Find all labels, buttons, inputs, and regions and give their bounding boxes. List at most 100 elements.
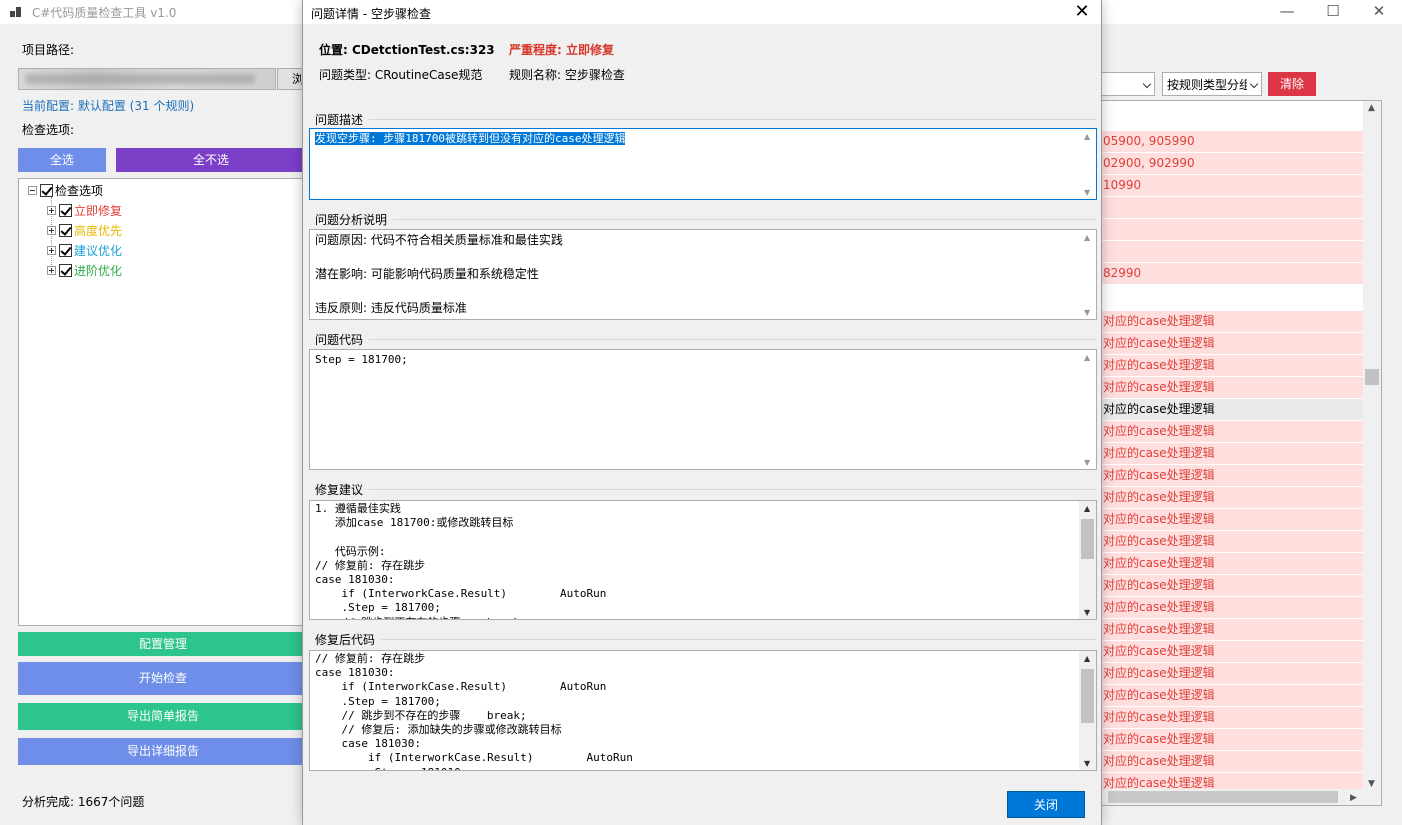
result-row[interactable]: 对应的case处理逻辑 xyxy=(1102,333,1364,354)
description-textbox[interactable]: 发现空步骤: 步骤181700被跳转到但没有对应的case处理逻辑 ▲ ▼ xyxy=(309,128,1097,200)
result-row[interactable]: 对应的case处理逻辑 xyxy=(1102,531,1364,552)
scroll-down-icon[interactable]: ▼ xyxy=(1084,458,1090,467)
project-path-input[interactable] xyxy=(18,68,276,90)
result-row[interactable]: 对应的case处理逻辑 xyxy=(1102,399,1364,420)
expand-icon[interactable] xyxy=(47,225,56,235)
result-row[interactable]: 对应的case处理逻辑 xyxy=(1102,443,1364,464)
scroll-down-icon[interactable]: ▼ xyxy=(1084,188,1090,197)
result-row[interactable]: 对应的case处理逻辑 xyxy=(1102,487,1364,508)
textbox-scrollbar[interactable]: ▲ ▼ xyxy=(1079,129,1096,199)
problem-code-textbox[interactable]: Step = 181700; ▲ ▼ xyxy=(309,349,1097,470)
deselect-all-button[interactable]: 全不选 xyxy=(116,148,306,172)
analysis-textbox[interactable]: 问题原因: 代码不符合相关质量标准和最佳实践 潜在影响: 可能影响代码质量和系统… xyxy=(309,229,1097,320)
dialog-close-button[interactable]: 关闭 xyxy=(1007,791,1085,818)
blurred-path-text xyxy=(25,74,255,84)
select-all-button[interactable]: 全选 xyxy=(18,148,106,172)
result-row[interactable]: 对应的case处理逻辑 xyxy=(1102,619,1364,640)
tree-item-high-priority[interactable]: 高度优先 xyxy=(47,221,122,239)
scrollbar-thumb[interactable] xyxy=(1081,519,1094,559)
checkbox-checked-icon[interactable] xyxy=(59,263,72,277)
scroll-up-icon[interactable]: ▲ xyxy=(1084,132,1090,141)
tree-root[interactable]: 检查选项 xyxy=(28,181,103,199)
minimize-button[interactable]: — xyxy=(1264,0,1310,24)
scroll-up-icon[interactable]: ▲ xyxy=(1084,654,1090,663)
result-row[interactable] xyxy=(1102,197,1364,218)
scroll-right-icon[interactable]: ▶ xyxy=(1350,793,1357,803)
result-row[interactable]: 02900, 902990 xyxy=(1102,153,1364,174)
result-row[interactable] xyxy=(1102,101,1364,125)
result-row[interactable]: 对应的case处理逻辑 xyxy=(1102,553,1364,574)
result-row[interactable]: 对应的case处理逻辑 xyxy=(1102,509,1364,530)
scroll-down-icon[interactable]: ▼ xyxy=(1368,779,1375,789)
result-row[interactable]: 对应的case处理逻辑 xyxy=(1102,465,1364,486)
current-config-link[interactable]: 当前配置: 默认配置 (31 个规则) xyxy=(22,97,194,114)
window-close-button[interactable]: ✕ xyxy=(1356,0,1402,24)
scroll-down-icon[interactable]: ▼ xyxy=(1084,608,1090,617)
check-options-tree[interactable]: 检查选项 立即修复 高度优先 建议优化 进阶优化 xyxy=(18,178,308,626)
textbox-scrollbar[interactable]: ▲ ▼ xyxy=(1079,230,1096,319)
group-by-dropdown[interactable]: 按规则类型分组 xyxy=(1162,72,1262,96)
scroll-up-icon[interactable]: ▲ xyxy=(1084,353,1090,362)
results-list[interactable]: 05900, 905990 02900, 902990 10990 82990 对应的c… xyxy=(1102,101,1364,805)
scroll-down-icon[interactable]: ▼ xyxy=(1084,759,1090,768)
dialog-close-icon[interactable]: ✕ xyxy=(1069,0,1095,24)
result-row[interactable]: 对应的case处理逻辑 xyxy=(1102,707,1364,728)
chevron-down-icon xyxy=(1142,79,1152,89)
result-row[interactable]: 对应的case处理逻辑 xyxy=(1102,311,1364,332)
config-manage-button[interactable]: 配置管理 xyxy=(18,632,308,656)
result-row[interactable]: 对应的case处理逻辑 xyxy=(1102,641,1364,662)
result-row[interactable]: 05900, 905990 xyxy=(1102,131,1364,152)
scroll-down-icon[interactable]: ▼ xyxy=(1084,308,1090,317)
textbox-scrollbar[interactable]: ▲ ▼ xyxy=(1079,651,1096,770)
result-row[interactable]: 10990 xyxy=(1102,175,1364,196)
scrollbar-thumb[interactable] xyxy=(1365,369,1379,385)
status-text: 分析完成: 1667个问题 xyxy=(22,795,145,809)
result-row[interactable]: 对应的case处理逻辑 xyxy=(1102,751,1364,772)
issue-location: 位置: CDetctionTest.cs:323 xyxy=(319,43,495,57)
tree-item-immediate[interactable]: 立即修复 xyxy=(47,201,122,219)
checkbox-checked-icon[interactable] xyxy=(59,203,72,217)
expand-icon[interactable] xyxy=(47,245,56,255)
collapse-icon[interactable] xyxy=(28,185,37,195)
suggestion-textbox[interactable]: 1. 遵循最佳实践 添加case 181700:或修改跳转目标 代码示例: //… xyxy=(309,500,1097,620)
result-row[interactable]: 对应的case处理逻辑 xyxy=(1102,575,1364,596)
checkbox-checked-icon[interactable] xyxy=(59,243,72,257)
start-check-button[interactable]: 开始检查 xyxy=(18,662,308,695)
expand-icon[interactable] xyxy=(47,265,56,275)
result-row[interactable] xyxy=(1102,241,1364,262)
fixed-code-textbox[interactable]: // 修复前: 存在跳步 case 181030: if (InterworkC… xyxy=(309,650,1097,771)
checkbox-checked-icon[interactable] xyxy=(40,183,53,197)
result-row[interactable] xyxy=(1102,285,1364,306)
export-detail-report-button[interactable]: 导出详细报告 xyxy=(18,738,308,765)
tree-item-suggested[interactable]: 建议优化 xyxy=(47,241,122,259)
results-vertical-scrollbar[interactable]: ▲ ▼ xyxy=(1363,101,1381,791)
result-row[interactable]: 对应的case处理逻辑 xyxy=(1102,355,1364,376)
filter-dropdown[interactable] xyxy=(1101,72,1155,96)
textbox-scrollbar[interactable]: ▲ ▼ xyxy=(1079,350,1096,469)
result-row[interactable] xyxy=(1102,219,1364,240)
checkbox-checked-icon[interactable] xyxy=(59,223,72,237)
maximize-button[interactable]: ☐ xyxy=(1310,0,1356,24)
result-row[interactable]: 对应的case处理逻辑 xyxy=(1102,421,1364,442)
scroll-up-icon[interactable]: ▲ xyxy=(1084,233,1090,242)
export-simple-report-button[interactable]: 导出简单报告 xyxy=(18,703,308,730)
scrollbar-thumb[interactable] xyxy=(1108,791,1338,803)
scroll-up-icon[interactable]: ▲ xyxy=(1368,103,1375,113)
result-row[interactable]: 对应的case处理逻辑 xyxy=(1102,729,1364,750)
tree-item-advanced[interactable]: 进阶优化 xyxy=(47,261,122,279)
result-row[interactable]: 对应的case处理逻辑 xyxy=(1102,663,1364,684)
results-list-panel[interactable]: 05900, 905990 02900, 902990 10990 82990 对应的c… xyxy=(1101,100,1382,806)
chevron-down-icon xyxy=(1249,79,1259,89)
code-group-label: 问题代码 xyxy=(315,333,364,347)
scroll-up-icon[interactable]: ▲ xyxy=(1084,504,1090,513)
result-row[interactable]: 对应的case处理逻辑 xyxy=(1102,597,1364,618)
textbox-scrollbar[interactable]: ▲ ▼ xyxy=(1079,501,1096,619)
expand-icon[interactable] xyxy=(47,205,56,215)
result-row[interactable]: 对应的case处理逻辑 xyxy=(1102,377,1364,398)
clear-button[interactable]: 清除 xyxy=(1268,72,1316,96)
tree-item-label: 建议优化 xyxy=(74,243,123,258)
result-row[interactable]: 对应的case处理逻辑 xyxy=(1102,685,1364,706)
results-horizontal-scrollbar[interactable]: ▶ xyxy=(1102,789,1381,805)
scrollbar-thumb[interactable] xyxy=(1081,669,1094,723)
result-row[interactable]: 82990 xyxy=(1102,263,1364,284)
